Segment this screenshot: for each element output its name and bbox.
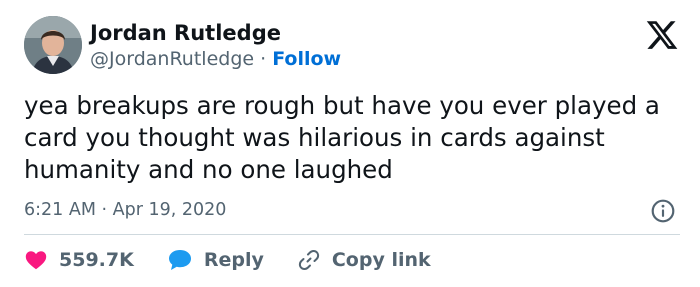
avatar[interactable] <box>24 16 82 74</box>
timestamp-separator: · <box>101 200 108 220</box>
action-bar: 559.7K Reply Copy link <box>24 246 464 274</box>
follow-button[interactable]: Follow <box>272 48 341 70</box>
x-logo-icon[interactable] <box>645 18 679 52</box>
divider <box>24 234 680 235</box>
author-name[interactable]: Jordan Rutledge <box>90 20 281 46</box>
tweet-timestamp: 6:21 AM · Apr 19, 2020 <box>24 198 226 222</box>
reply-label: Reply <box>203 249 264 271</box>
copy-link-button[interactable]: Copy link <box>297 247 431 273</box>
copy-link-label: Copy link <box>331 249 431 271</box>
reply-button[interactable]: Reply <box>167 247 264 273</box>
tweet-date[interactable]: Apr 19, 2020 <box>113 200 227 220</box>
like-button[interactable]: 559.7K <box>24 247 134 273</box>
link-icon <box>298 249 319 271</box>
tweet-text: yea breakups are rough but have you ever… <box>24 91 660 184</box>
info-icon[interactable] <box>650 198 676 224</box>
like-count: 559.7K <box>59 249 134 271</box>
handle-separator: · <box>260 48 267 70</box>
tweet-time[interactable]: 6:21 AM <box>24 200 96 220</box>
author-handle-row: @JordanRutledge · Follow <box>90 47 341 71</box>
author-handle[interactable]: @JordanRutledge <box>90 48 254 70</box>
heart-icon <box>25 251 47 270</box>
speech-bubble-icon <box>168 250 191 270</box>
avatar-image <box>24 16 82 74</box>
